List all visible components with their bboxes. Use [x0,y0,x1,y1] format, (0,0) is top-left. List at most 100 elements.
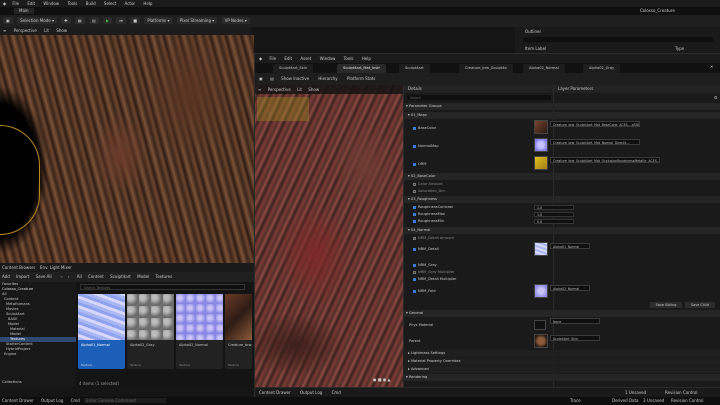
content-drawer-button[interactable]: Content Drawer [2,398,34,403]
output-log-button[interactable]: Output Log [41,398,63,403]
mi-revision-control-button[interactable]: Revision Control [665,388,697,397]
mi-unsaved-button[interactable]: 1 Unsaved [625,388,646,397]
rough-min-checkbox[interactable] [413,219,416,223]
orm-checkbox[interactable] [413,162,416,166]
mi-content-drawer-button[interactable]: Content Drawer [259,390,291,395]
preview-lit-button[interactable]: Lit [297,87,302,92]
perspective-button[interactable]: Perspective [14,28,37,33]
mi-output-log-button[interactable]: Output Log [300,390,322,395]
tab-alpha02-normal[interactable]: Alpha02_Normal [523,64,565,73]
menu-edit[interactable]: Edit [27,1,35,6]
tab-sculpt4art-skin[interactable]: Sculpt4art_Skin [273,64,314,73]
trace-button[interactable]: Trace [570,397,581,405]
nav-forward-icon[interactable]: › [68,274,70,279]
platform-stats-button[interactable]: Platform Stats [347,76,375,81]
unreal-logo-icon[interactable]: ◆ [3,1,6,6]
stop-icon[interactable]: ■ [130,17,141,24]
crumb-textures[interactable]: Textures [155,274,172,279]
show-inactive-button[interactable]: Show Inactive [281,76,309,81]
menu-select[interactable]: Select [104,1,116,6]
add-button[interactable]: Add [2,274,10,279]
group-parameter-groups[interactable]: ▾ Parameter Groups [403,103,720,110]
group-normal[interactable]: ▾ 04_Normal [403,227,720,234]
mi-menu-edit[interactable]: Edit [284,56,292,61]
tab-env-light-mixer[interactable]: Env. Light Mixer [40,265,72,270]
normalmap-texture-combo[interactable]: Creature_brw_Sculpt4art_Mat_Normal_Direc… [550,139,640,145]
save-all-button[interactable]: Save All [36,274,52,279]
mi-cmd-button[interactable]: Cmd [332,390,341,395]
outliner-search[interactable] [523,37,713,42]
nrm-detail-mult-checkbox[interactable] [413,277,416,281]
menu-tools[interactable]: Tools [67,1,77,6]
rough-max-input[interactable]: 1.0 [534,212,574,217]
save-child-button[interactable]: Save Child [685,302,715,308]
asset-creature-basecolor[interactable]: Creature_brw_Sculpt4art_Mat_BaseColor Te… [225,294,252,369]
group-basecolor[interactable]: ▾ 02_BaseColor [403,173,720,180]
menu-actor[interactable]: Actor [125,1,136,6]
orm-swatch[interactable] [534,156,548,170]
add-actor-icon[interactable]: ✚ [61,17,71,24]
show-button[interactable]: Show [56,28,67,33]
vp-nodes-button[interactable]: VP Nodes ▾ [221,17,250,24]
mi-menu-asset[interactable]: Asset [300,56,311,61]
phys-material-combo[interactable]: None [550,318,600,324]
close-icon[interactable]: ✕ [710,64,713,69]
tab-main[interactable]: Main [14,8,34,14]
console-input[interactable]: Enter Console Command [84,398,166,403]
mi-menu-window[interactable]: Window [320,56,336,61]
phys-material-swatch[interactable] [534,320,546,330]
nrm-fold-checkbox[interactable] [413,289,416,293]
import-button[interactable]: Import [16,274,29,279]
platforms-button[interactable]: Platforms ▾ [144,17,173,24]
rough-min-input[interactable]: 0.0 [534,219,574,224]
tab-creature-brw[interactable]: Creature_brw_Sculpt4a [459,64,513,73]
selection-mode-button[interactable]: Selection Mode ▾ [17,17,57,24]
sequence-icon[interactable]: ▤ [88,17,99,24]
settings-icon[interactable]: ⚙ [714,95,718,100]
group-roughness[interactable]: ▾ 03_Roughness [403,196,720,203]
pixel-streaming-button[interactable]: Pixel Streaming ▾ [176,17,218,24]
rough-contrast-checkbox[interactable] [413,205,416,209]
crumb-model[interactable]: Model [137,274,149,279]
asset-alpha02-normal[interactable]: Alpha02_Normal Texture [176,294,223,369]
details-tab[interactable]: Details [404,85,554,93]
asset-alpha02-gray[interactable]: Alpha02_Gray Texture [127,294,174,369]
nrm-fold-swatch[interactable] [534,284,548,298]
nrm-fold-combo[interactable]: Alpha02_Normal [550,285,590,291]
preview-shape-icons[interactable]: ● ■ ◼ ▲ [373,377,390,382]
save-icon[interactable]: ▣ [259,76,263,81]
menu-file[interactable]: File [12,1,19,6]
lit-button[interactable]: Lit [44,28,49,33]
nrm-gray-checkbox[interactable] [413,263,416,267]
cmd-button[interactable]: Cmd [71,398,80,403]
nrm-detail-swatch[interactable] [534,242,548,256]
crumb-all[interactable]: All [77,274,82,279]
tab-content-browser[interactable]: Content Browser [2,265,35,270]
menu-build[interactable]: Build [86,1,96,6]
rough-contrast-input[interactable]: 1.0 [534,205,574,210]
tree-engine[interactable]: Engine [0,352,76,357]
basecolor-texture-combo[interactable]: Creature_brw_Sculpt4art_Mat_BaseColor_AC… [550,121,640,127]
nrm-detail-combo[interactable]: Alpha01_Normal [550,243,590,249]
orm-texture-combo[interactable]: Creature_brw_Sculpt4art_Mat_OcclusionRou… [550,157,660,163]
parent-material-swatch[interactable] [534,334,548,348]
rough-max-checkbox[interactable] [413,212,416,216]
preview-show-button[interactable]: Show [308,87,319,92]
basecolor-checkbox[interactable] [413,126,416,130]
tab-sculpt4art[interactable]: Sculpt4art [399,64,430,73]
mi-menu-file[interactable]: File [269,56,276,61]
parent-material-combo[interactable]: Sculpt4art_Skin [550,335,600,341]
group-lightmass[interactable]: ▸ Lightmass Settings [403,350,720,357]
mi-menu-tools[interactable]: Tools [344,56,354,61]
group-rendering[interactable]: ▾ Rendering [403,374,720,381]
search-textures-input[interactable]: Search Textures [80,284,245,290]
saturation-checkbox[interactable] [413,189,416,193]
collections-title[interactable]: Collections [0,380,22,385]
preview-menu-icon[interactable]: ≡ [258,87,261,92]
browse-icon[interactable]: ▤ [270,76,274,81]
asset-alpha01-normal[interactable]: Alpha01_Normal Texture [78,294,125,369]
basecolor-swatch[interactable] [534,120,548,134]
layer-parameters-tab[interactable]: Layer Parameters [554,85,720,93]
blueprint-icon[interactable]: ▦ [74,17,85,24]
viewport-menu-icon[interactable]: ≡ [3,28,6,33]
